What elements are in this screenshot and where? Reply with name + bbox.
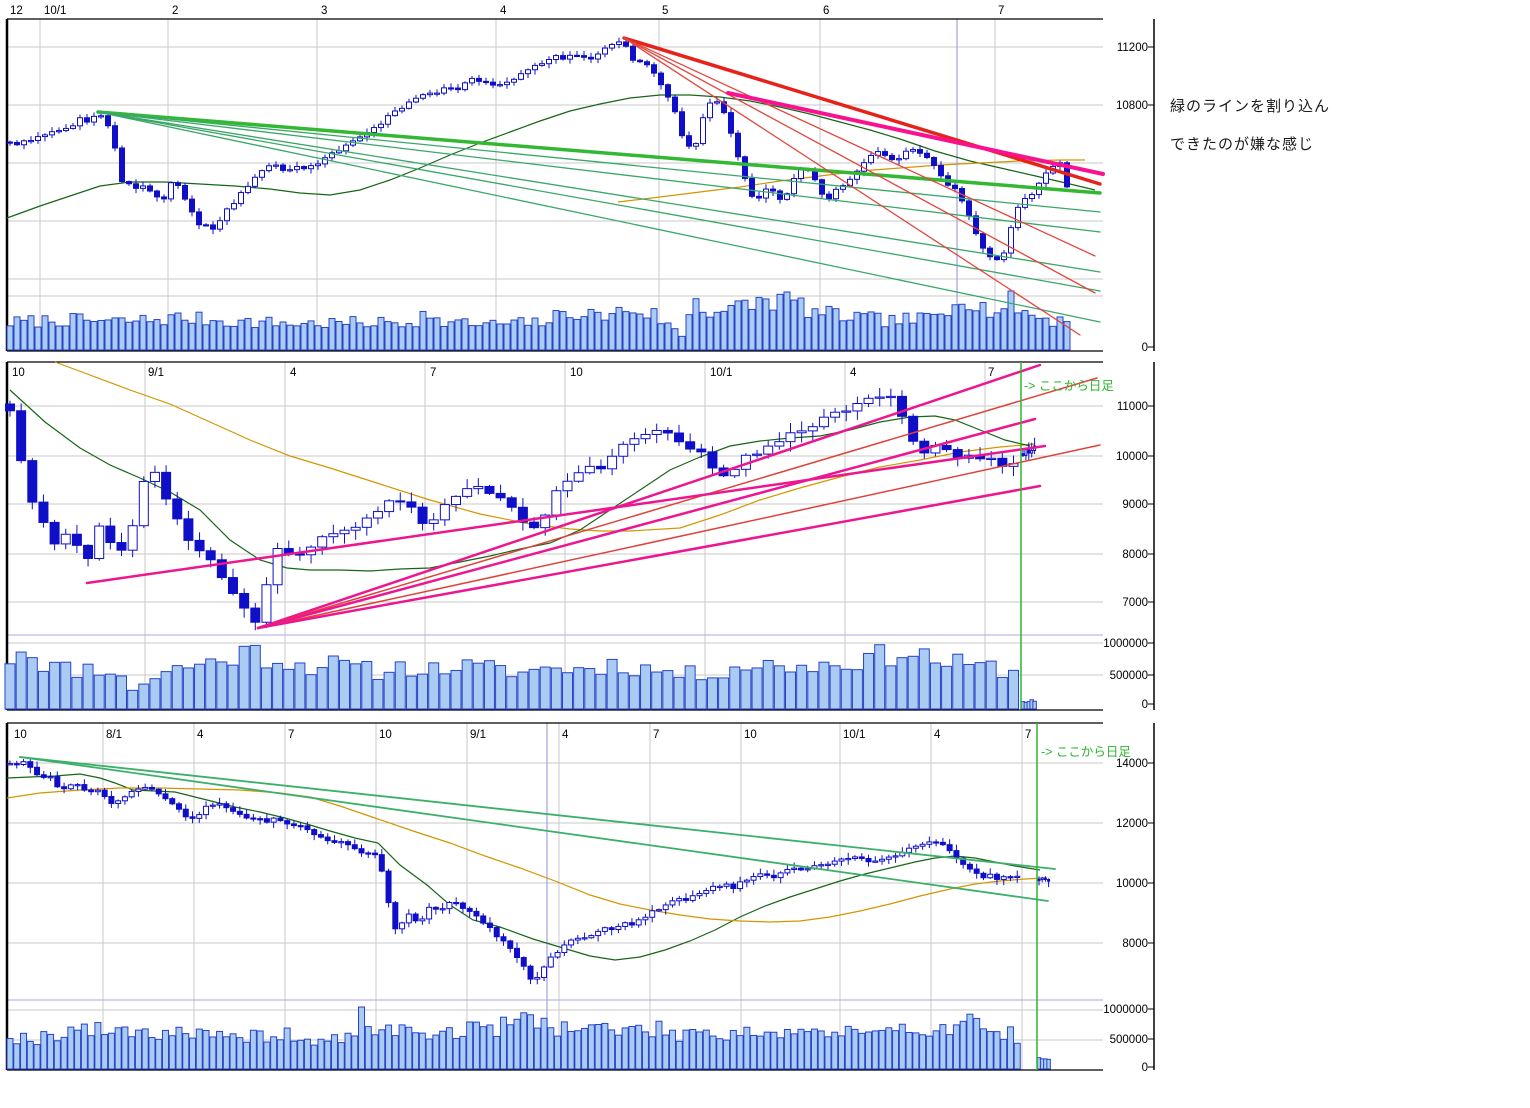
daily-chart-x-label: 4 — [500, 5, 507, 17]
long-weekly-chart-x-label: 4 — [934, 729, 941, 741]
weekly-chart-x-axis-labels: 10 9/1 4 7 10 10/1 4 7 — [12, 367, 994, 379]
chart-workspace: 1210/123456711200108000109/1471010/14711… — [0, 0, 1530, 1108]
weekly-chart-x-label: 10 — [12, 367, 25, 379]
daily-chart-long-ma — [7, 95, 1095, 218]
annotation-line1: 緑のラインを割り込ん — [1170, 95, 1330, 116]
daily-chart-x-label: 6 — [823, 5, 829, 17]
daily-chart-x-label: 2 — [172, 5, 178, 17]
weekly-chart-y-label: 0 — [1142, 699, 1148, 711]
long-weekly-chart-trend-lines — [20, 757, 1055, 901]
weekly-chart-volume-bars — [5, 645, 1036, 709]
weekly-chart-x-label: 10 — [570, 367, 583, 379]
weekly-chart-frame — [7, 362, 1154, 710]
weekly-chart-x-label: 4 — [850, 367, 857, 379]
long-weekly-chart-x-label: 9/1 — [470, 729, 486, 741]
daily-start-note-long-chart: -> ここから日足 — [1041, 741, 1131, 760]
weekly-chart-candlesticks — [6, 388, 1036, 630]
daily-chart-y-label: 10800 — [1116, 100, 1148, 112]
long-weekly-chart-gridlines — [7, 723, 1103, 1070]
daily-chart-volume-bars — [7, 291, 1070, 350]
daily-chart-candlesticks — [8, 38, 1070, 263]
daily-chart-y-axis-labels: 11200 10800 0 — [1116, 42, 1148, 354]
long-weekly-chart-volume-bars — [7, 1007, 1050, 1069]
daily-chart-y-label: 11200 — [1117, 42, 1148, 54]
long-weekly-chart-x-label: 10 — [379, 729, 392, 741]
long-weekly-chart-x-label: 4 — [562, 729, 569, 741]
weekly-chart-y-label: 11000 — [1117, 401, 1148, 413]
weekly-chart-long-ma — [55, 362, 1035, 531]
weekly-chart-x-label: 7 — [430, 367, 436, 379]
weekly-chart-x-label: 10/1 — [710, 367, 732, 379]
weekly-chart-y-axis-labels: 11000 10000 9000 8000 7000 1000000 500000 0 — [1103, 401, 1148, 711]
daily-chart-x-axis-labels: 12 10/1 2 3 4 5 6 7 — [10, 5, 1004, 17]
daily-chart-x-label: 12 — [10, 5, 23, 17]
long-weekly-chart-y-label: 12000 — [1116, 818, 1148, 830]
weekly-chart-gridlines — [7, 362, 1103, 710]
long-weekly-chart-x-label: 10/1 — [843, 729, 865, 741]
weekly-chart-y-label: 1000000 — [1103, 638, 1148, 650]
weekly-chart-x-label: 9/1 — [148, 367, 164, 379]
weekly-chart-y-label: 8000 — [1122, 549, 1148, 561]
long-weekly-chart-y-label: 1000000 — [1103, 1004, 1148, 1016]
long-weekly-chart-y-label: 500000 — [1110, 1034, 1148, 1046]
daily-chart-y-label: 0 — [1142, 342, 1148, 354]
long-weekly-chart-y-label: 8000 — [1122, 938, 1148, 950]
long-weekly-chart-x-label: 10 — [744, 729, 757, 741]
weekly-chart-trend-lines — [87, 365, 1100, 628]
long-weekly-chart-y-axis-labels: 140001200010000800010000005000000 — [1103, 758, 1148, 1074]
daily-chart-x-label: 3 — [321, 5, 327, 17]
daily-chart: 12 10/1 2 3 4 5 6 7 11200 10800 0 — [7, 5, 1154, 354]
long-weekly-chart-y-label: 0 — [1142, 1062, 1148, 1074]
daily-start-note-weekly-chart: -> ここから日足 — [1024, 375, 1114, 394]
long-weekly-chart-x-label: 7 — [288, 729, 294, 741]
weekly-chart-y-label: 10000 — [1116, 451, 1148, 463]
long-weekly-chart-x-label: 4 — [197, 729, 204, 741]
weekly-chart-x-label: 4 — [290, 367, 297, 379]
long-weekly-chart-short-ma — [7, 774, 1040, 960]
long-weekly-chart-x-label: 7 — [1025, 729, 1031, 741]
long-weekly-chart-x-label: 8/1 — [106, 729, 122, 741]
weekly-chart-y-label: 7000 — [1122, 597, 1148, 609]
daily-chart-x-label: 5 — [662, 5, 668, 17]
weekly-chart-y-label: 9000 — [1122, 499, 1148, 511]
daily-chart-x-label: 10/1 — [44, 5, 66, 17]
long-weekly-chart-y-label: 10000 — [1116, 878, 1148, 890]
weekly-chart-x-label: 7 — [988, 367, 994, 379]
long-weekly-chart: 108/147109/1471010/147140001200010000800… — [7, 723, 1154, 1074]
annotation-line2: できたのが嫌な感じ — [1170, 133, 1314, 154]
weekly-chart: 10 9/1 4 7 10 10/1 4 7 11000 10000 9000 8000 7000 100… — [5, 362, 1154, 711]
long-weekly-chart-x-axis-labels: 10 8/1 4 7 10 9/1 4 7 10 10/1 4 7 — [14, 729, 1031, 741]
daily-chart-x-label: 7 — [998, 5, 1004, 17]
weekly-chart-y-label: 500000 — [1110, 670, 1148, 682]
charts-canvas: 1210/123456711200108000109/1471010/14711… — [0, 0, 1530, 1108]
long-weekly-chart-x-label: 7 — [653, 729, 659, 741]
long-weekly-chart-x-label: 10 — [14, 729, 27, 741]
